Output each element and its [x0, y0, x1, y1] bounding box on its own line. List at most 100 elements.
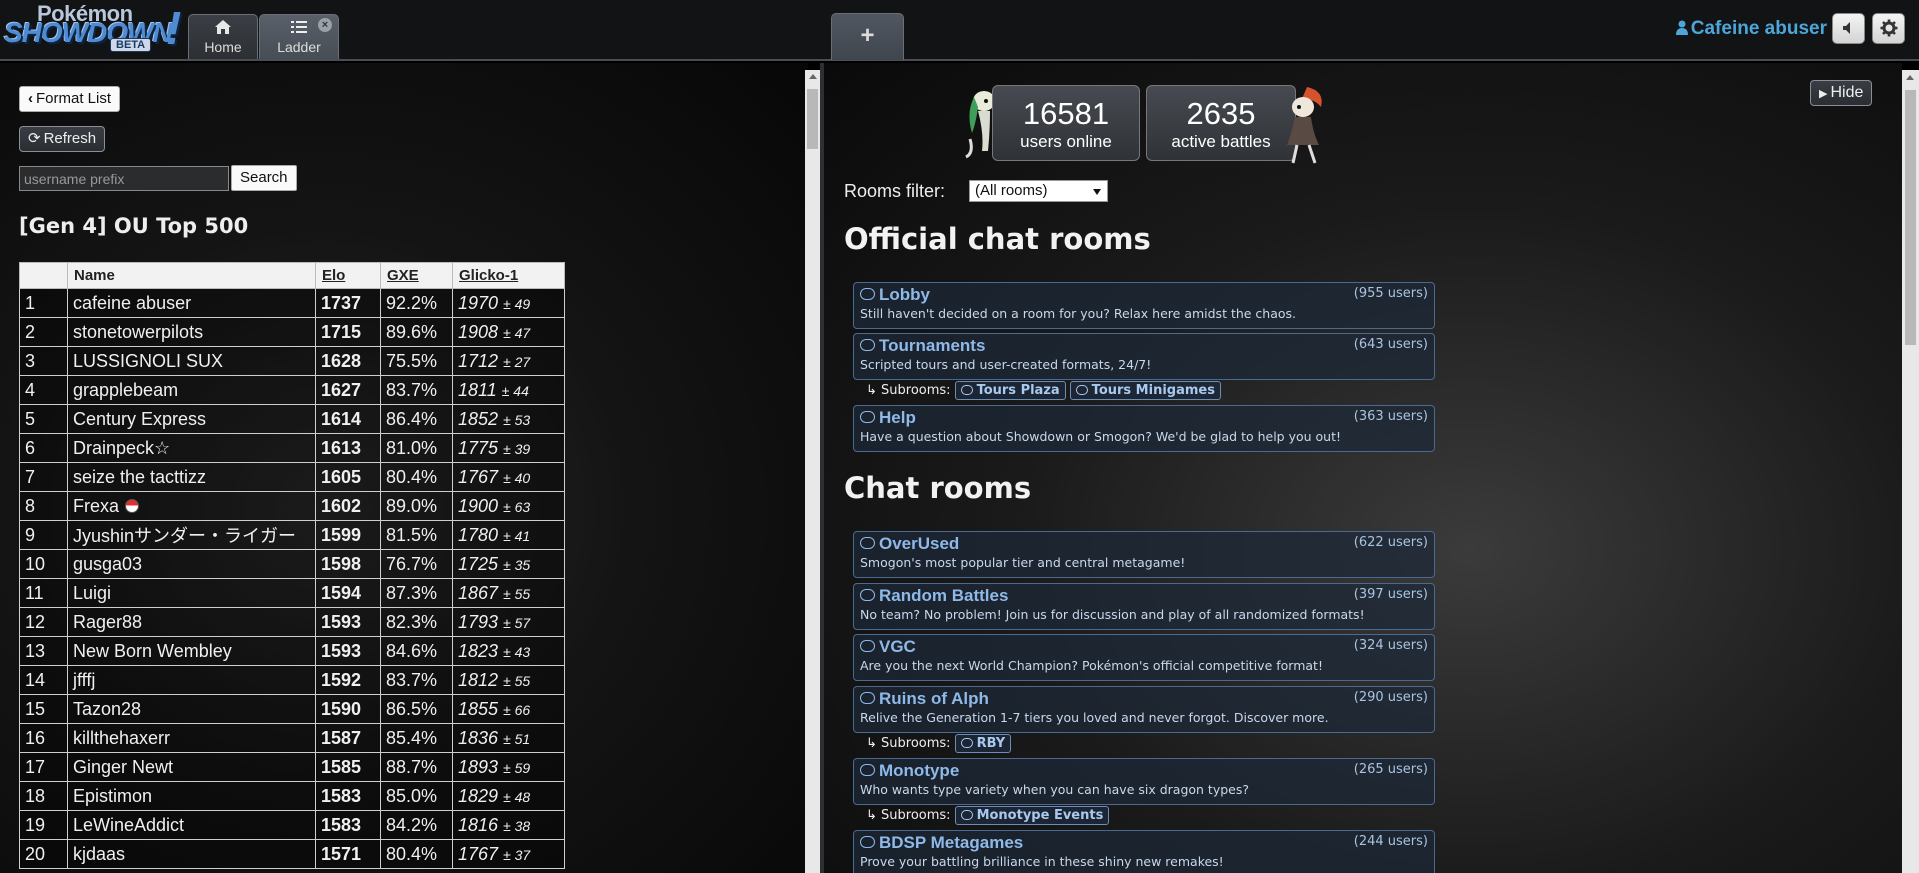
player-name-cell[interactable]: jfffj — [67, 665, 316, 695]
subroom-link[interactable]: RBY — [954, 734, 1012, 753]
rooms-filter-label: Rooms filter: — [844, 181, 946, 201]
player-name-cell[interactable]: Jyushinサンダー・ライガー — [67, 520, 316, 550]
table-row: 19 LeWineAddict 1583 84.2% 1816 ± 38 — [19, 810, 565, 840]
room-ruins-of-alph[interactable]: Ruins of Alph (290 users) Relive the Gener… — [853, 686, 1435, 733]
users-online-box[interactable]: 16581 users online — [992, 85, 1140, 161]
subroom-link[interactable]: Tours Plaza — [954, 381, 1066, 400]
player-name-cell[interactable]: cafeine abuser — [67, 288, 316, 318]
player-name[interactable]: Drainpeck☆ — [73, 438, 170, 458]
player-name[interactable]: gusga03 — [73, 554, 142, 574]
player-name[interactable]: jfffj — [73, 670, 95, 690]
showdown-logo[interactable]: Pokémon SHOWDOWN BETA ! — [4, 1, 184, 54]
active-battles-box[interactable]: 2635 active battles — [1146, 85, 1296, 161]
rank-cell: 1 — [19, 288, 68, 318]
column-header-glicko[interactable]: Glicko-1 — [452, 262, 565, 289]
player-name-cell[interactable]: grapplebeam — [67, 375, 316, 405]
column-header-elo[interactable]: Elo — [315, 262, 381, 289]
table-row: 14 jfffj 1592 83.7% 1812 ± 55 — [19, 665, 565, 695]
player-name-cell[interactable]: seize the tacttizz — [67, 462, 316, 492]
player-name[interactable]: New Born Wembley — [73, 641, 232, 661]
sound-button[interactable] — [1832, 13, 1865, 44]
scroll-thumb[interactable] — [807, 89, 818, 149]
player-name[interactable]: cafeine abuser — [73, 293, 191, 313]
rank-cell: 20 — [19, 839, 68, 869]
player-name-cell[interactable]: Frexa — [67, 491, 316, 521]
room-random-battles[interactable]: Random Battles (397 users) No team? No pro… — [853, 583, 1435, 630]
room-lobby[interactable]: Lobby (955 users) Still haven't decided on… — [853, 282, 1435, 329]
player-name[interactable]: LeWineAddict — [73, 815, 184, 835]
player-name-cell[interactable]: New Born Wembley — [67, 636, 316, 666]
rank-cell: 16 — [19, 723, 68, 753]
player-name[interactable]: kjdaas — [73, 844, 125, 864]
player-name-cell[interactable]: Drainpeck☆ — [67, 433, 316, 463]
logo-exclamation: ! — [166, 2, 182, 54]
player-name[interactable]: stonetowerpilots — [73, 322, 203, 342]
refresh-button[interactable]: ⟳ Refresh — [19, 126, 106, 152]
new-tab-button[interactable]: + — [831, 13, 904, 60]
player-name-cell[interactable]: kjdaas — [67, 839, 316, 869]
player-name[interactable]: Luigi — [73, 583, 111, 603]
room-monotype[interactable]: Monotype (265 users) Who wants type variet… — [853, 758, 1435, 805]
room-user-count: (324 users) — [1353, 638, 1428, 653]
room-bdsp-metagames[interactable]: BDSP Metagames (244 users) Prove your batt… — [853, 830, 1435, 873]
room-tournaments[interactable]: Tournaments (643 users) Scripted tours and… — [853, 333, 1435, 380]
gxe-cell: 85.4% — [380, 723, 453, 753]
ladder-scrollbar[interactable] — [805, 70, 820, 873]
player-name-cell[interactable]: Rager88 — [67, 607, 316, 637]
room-user-count: (643 users) — [1353, 337, 1428, 352]
player-name[interactable]: Frexa — [73, 496, 119, 516]
player-name[interactable]: Epistimon — [73, 786, 152, 806]
player-name[interactable]: Ginger Newt — [73, 757, 173, 777]
player-name-cell[interactable]: gusga03 — [67, 549, 316, 579]
player-name[interactable]: seize the tacttizz — [73, 467, 206, 487]
close-tab-icon[interactable]: × — [318, 18, 332, 32]
player-name[interactable]: LUSSIGNOLI SUX — [73, 351, 223, 371]
player-name[interactable]: Tazon28 — [73, 699, 141, 719]
search-button[interactable]: Search — [231, 165, 297, 191]
scroll-thumb[interactable] — [1905, 90, 1916, 345]
rank-cell: 18 — [19, 781, 68, 811]
options-button[interactable] — [1872, 13, 1905, 44]
player-name[interactable]: killthehaxerr — [73, 728, 170, 748]
chevron-left-icon: ‹ — [28, 90, 33, 107]
player-name-cell[interactable]: Century Express — [67, 404, 316, 434]
player-name[interactable]: Rager88 — [73, 612, 142, 632]
chat-bubble-icon — [960, 385, 973, 395]
player-name-cell[interactable]: LUSSIGNOLI SUX — [67, 346, 316, 376]
player-name-cell[interactable]: Epistimon — [67, 781, 316, 811]
rooms-filter-select[interactable]: (All rooms) — [969, 180, 1108, 202]
username-search-input[interactable] — [19, 166, 229, 191]
elo-cell: 1628 — [315, 346, 381, 376]
rooms-scrollbar[interactable] — [1902, 70, 1919, 873]
player-name-cell[interactable]: LeWineAddict — [67, 810, 316, 840]
subroom-link[interactable]: Monotype Events — [954, 806, 1110, 825]
player-name-cell[interactable]: Tazon28 — [67, 694, 316, 724]
player-name-cell[interactable]: stonetowerpilots — [67, 317, 316, 347]
room-vgc[interactable]: VGC (324 users) Are you the next World Cha… — [853, 634, 1435, 681]
player-name-cell[interactable]: killthehaxerr — [67, 723, 316, 753]
scroll-up-arrow[interactable] — [1906, 75, 1914, 80]
player-name-cell[interactable]: Luigi — [67, 578, 316, 608]
glicko-rating: 1829 — [458, 785, 499, 806]
rooms-filter-value: (All rooms) — [975, 182, 1048, 199]
chat-bubble-icon — [860, 537, 875, 549]
room-help[interactable]: Help (363 users) Have a question about Sho… — [853, 405, 1435, 452]
rank-cell: 14 — [19, 665, 68, 695]
scroll-up-arrow[interactable] — [809, 74, 817, 79]
subroom-link[interactable]: Tours Minigames — [1069, 381, 1221, 400]
chat-bubble-icon — [860, 411, 875, 423]
tab-home[interactable]: Home — [188, 14, 258, 59]
column-header-gxe[interactable]: GXE — [380, 262, 453, 289]
username-button[interactable]: Cafeine abuser — [1675, 18, 1827, 40]
table-row: 4 grapplebeam 1627 83.7% 1811 ± 44 — [19, 375, 565, 405]
player-name-cell[interactable]: Ginger Newt — [67, 752, 316, 782]
player-name[interactable]: Century Express — [73, 409, 206, 429]
format-list-button[interactable]: ‹ Format List — [19, 86, 121, 112]
player-name[interactable]: Jyushinサンダー・ライガー — [73, 526, 296, 546]
hide-button[interactable]: ▶ Hide — [1810, 80, 1873, 106]
room-overused[interactable]: OverUsed (622 users) Smogon's most popular… — [853, 531, 1435, 578]
tab-ladder[interactable]: Ladder × — [259, 14, 339, 59]
gxe-cell: 80.4% — [380, 839, 453, 869]
player-name[interactable]: grapplebeam — [73, 380, 178, 400]
glicko-cell: 1816 ± 38 — [452, 810, 565, 840]
